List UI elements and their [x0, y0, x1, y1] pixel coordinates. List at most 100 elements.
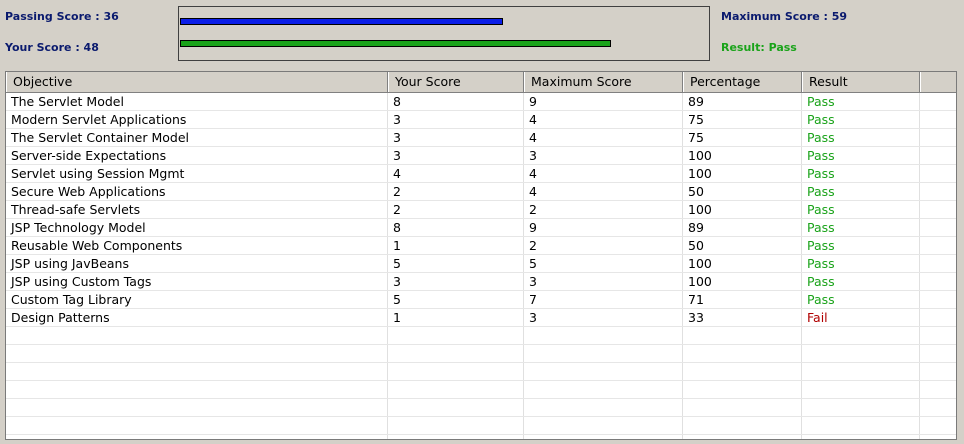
table-cell: 50: [683, 183, 802, 200]
table-row[interactable]: JSP using Custom Tags 3 3 100 Pass: [6, 273, 956, 291]
table-cell: 89: [683, 93, 802, 110]
table-cell: [920, 255, 956, 272]
table-cell: Server-side Expectations: [6, 147, 388, 164]
empty-table-row: [6, 381, 956, 399]
table-cell: [802, 327, 920, 344]
table-cell: [6, 327, 388, 344]
empty-table-row: [6, 327, 956, 345]
empty-table-row: [6, 399, 956, 417]
table-cell: 3: [388, 129, 524, 146]
table-row[interactable]: Reusable Web Components 1 2 50 Pass: [6, 237, 956, 255]
table-cell: Fail: [802, 309, 920, 326]
table-cell: [683, 381, 802, 398]
table-row[interactable]: Server-side Expectations 3 3 100 Pass: [6, 147, 956, 165]
table-cell: [388, 327, 524, 344]
column-header[interactable]: Your Score: [388, 72, 524, 92]
table-cell: Design Patterns: [6, 309, 388, 326]
table-cell: 5: [388, 255, 524, 272]
table-row[interactable]: JSP Technology Model 8 9 89 Pass: [6, 219, 956, 237]
table-cell: Pass: [802, 291, 920, 308]
table-cell: Pass: [802, 255, 920, 272]
table-cell: 2: [388, 183, 524, 200]
table-row[interactable]: Thread-safe Servlets 2 2 100 Pass: [6, 201, 956, 219]
table-cell: 3: [388, 147, 524, 164]
empty-table-row: [6, 345, 956, 363]
maximum-score-label: Maximum Score : 59: [721, 10, 848, 23]
table-cell: 4: [388, 165, 524, 182]
table-cell: 8: [388, 93, 524, 110]
column-header[interactable]: Maximum Score: [524, 72, 683, 92]
table-cell: [920, 93, 956, 110]
table-cell: [524, 435, 683, 439]
table-row[interactable]: JSP using JavBeans 5 5 100 Pass: [6, 255, 956, 273]
table-row[interactable]: Secure Web Applications 2 4 50 Pass: [6, 183, 956, 201]
table-cell: 7: [524, 291, 683, 308]
table-cell: Pass: [802, 93, 920, 110]
table-cell: [683, 327, 802, 344]
table-row[interactable]: Modern Servlet Applications 3 4 75 Pass: [6, 111, 956, 129]
table-cell: [683, 417, 802, 434]
table-cell: Pass: [802, 129, 920, 146]
table-cell: 100: [683, 255, 802, 272]
table-cell: 100: [683, 165, 802, 182]
table-cell: [6, 435, 388, 439]
table-cell: [388, 399, 524, 416]
table-cell: [920, 183, 956, 200]
your-score-label: Your Score : 48: [5, 41, 99, 54]
table-cell: 1: [388, 309, 524, 326]
column-header[interactable]: Result: [802, 72, 920, 92]
table-cell: Pass: [802, 237, 920, 254]
table-cell: 8: [388, 219, 524, 236]
table-cell: 75: [683, 111, 802, 128]
table-cell: Pass: [802, 183, 920, 200]
table-cell: 33: [683, 309, 802, 326]
table-cell: [802, 417, 920, 434]
table-cell: 5: [388, 291, 524, 308]
table-cell: 1: [388, 237, 524, 254]
table-cell: Pass: [802, 165, 920, 182]
table-cell: [802, 363, 920, 380]
column-header[interactable]: [920, 72, 956, 92]
table-row[interactable]: Servlet using Session Mgmt 4 4 100 Pass: [6, 165, 956, 183]
column-header[interactable]: Percentage: [683, 72, 802, 92]
table-cell: 9: [524, 219, 683, 236]
passing-score-label: Passing Score : 36: [5, 10, 119, 23]
table-cell: [920, 381, 956, 398]
table-cell: [683, 399, 802, 416]
table-cell: [920, 237, 956, 254]
table-cell: 4: [524, 129, 683, 146]
table-cell: [524, 345, 683, 362]
table-cell: Pass: [802, 273, 920, 290]
result-label: Result: Pass: [721, 41, 797, 54]
table-cell: [524, 363, 683, 380]
table-cell: Reusable Web Components: [6, 237, 388, 254]
table-cell: [683, 435, 802, 439]
table-cell: [388, 435, 524, 439]
score-bars-panel: [178, 6, 710, 61]
table-cell: 100: [683, 147, 802, 164]
table-cell: 2: [524, 201, 683, 218]
table-cell: 71: [683, 291, 802, 308]
table-cell: 3: [524, 309, 683, 326]
table-cell: 3: [388, 273, 524, 290]
table-cell: [920, 273, 956, 290]
table-cell: The Servlet Model: [6, 93, 388, 110]
table-cell: [388, 363, 524, 380]
column-header[interactable]: Objective: [6, 72, 388, 92]
table-row[interactable]: Design Patterns 1 3 33 Fail: [6, 309, 956, 327]
table-row[interactable]: The Servlet Container Model 3 4 75 Pass: [6, 129, 956, 147]
table-row[interactable]: Custom Tag Library 5 7 71 Pass: [6, 291, 956, 309]
table-cell: [920, 111, 956, 128]
table-cell: [6, 417, 388, 434]
table-cell: [920, 291, 956, 308]
table-cell: JSP Technology Model: [6, 219, 388, 236]
passing-score-bar: [180, 18, 503, 25]
table-cell: [920, 129, 956, 146]
table-cell: Thread-safe Servlets: [6, 201, 388, 218]
table-cell: 2: [524, 237, 683, 254]
results-table[interactable]: Objective Your Score Maximum Score Percenta…: [5, 71, 957, 440]
table-cell: 4: [524, 183, 683, 200]
table-cell: Pass: [802, 201, 920, 218]
table-cell: The Servlet Container Model: [6, 129, 388, 146]
table-row[interactable]: The Servlet Model 8 9 89 Pass: [6, 93, 956, 111]
